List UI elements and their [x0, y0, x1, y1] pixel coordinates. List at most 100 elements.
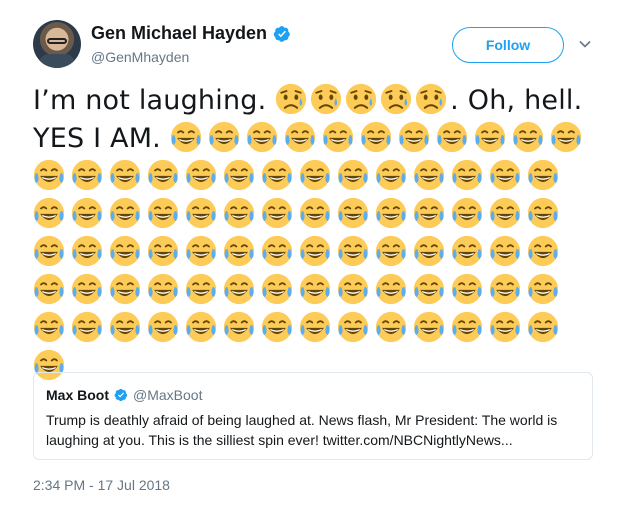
sad-but-relieved-face-emoji: [276, 83, 307, 115]
face-with-tears-of-joy-emoji: [71, 235, 103, 267]
tweet-text: I’m not laughing. . Oh, hell. YES I AM.: [33, 82, 593, 386]
face-with-tears-of-joy-emoji: [33, 311, 65, 343]
face-with-tears-of-joy-emoji: [71, 311, 103, 343]
verified-badge-icon: [273, 25, 290, 42]
face-with-tears-of-joy-emoji: [33, 159, 65, 191]
face-with-tears-of-joy-emoji: [527, 311, 559, 343]
laugh-emoji-row: [33, 196, 593, 234]
face-with-tears-of-joy-emoji: [375, 197, 407, 229]
laugh-emoji-rows: [33, 158, 593, 386]
face-with-tears-of-joy-emoji: [474, 121, 505, 153]
face-with-tears-of-joy-emoji: [261, 235, 293, 267]
quoted-tweet-text: Trump is deathly afraid of being laughed…: [46, 412, 558, 448]
face-with-tears-of-joy-emoji: [527, 159, 559, 191]
face-with-tears-of-joy-emoji: [33, 197, 65, 229]
quoted-tweet-header: Max Boot @MaxBoot: [46, 387, 202, 403]
sad-but-relieved-face-emoji: [311, 83, 342, 115]
quoted-author-handle: @MaxBoot: [133, 387, 203, 403]
sad-but-relieved-face-emoji: [416, 83, 447, 115]
face-with-tears-of-joy-emoji: [223, 159, 255, 191]
author-name-row: Gen Michael Hayden: [91, 23, 291, 44]
face-with-tears-of-joy-emoji: [261, 311, 293, 343]
avatar-shirt: [39, 54, 75, 68]
author-display-name[interactable]: Gen Michael Hayden: [91, 23, 267, 44]
avatar[interactable]: [33, 20, 81, 68]
face-with-tears-of-joy-emoji: [451, 235, 483, 267]
face-with-tears-of-joy-emoji: [261, 273, 293, 305]
face-with-tears-of-joy-emoji: [337, 197, 369, 229]
face-with-tears-of-joy-emoji: [109, 235, 141, 267]
face-with-tears-of-joy-emoji: [337, 159, 369, 191]
face-with-tears-of-joy-emoji: [71, 159, 103, 191]
face-with-tears-of-joy-emoji: [33, 273, 65, 305]
face-with-tears-of-joy-emoji: [147, 311, 179, 343]
face-with-tears-of-joy-emoji: [451, 197, 483, 229]
face-with-tears-of-joy-emoji: [375, 159, 407, 191]
face-with-tears-of-joy-emoji: [147, 197, 179, 229]
laugh-emoji-row: [33, 234, 593, 272]
face-with-tears-of-joy-emoji: [223, 235, 255, 267]
quoted-author-name: Max Boot: [46, 387, 109, 403]
tweet-text-yes: YES I AM.: [33, 123, 161, 154]
face-with-tears-of-joy-emoji: [436, 121, 467, 153]
face-with-tears-of-joy-emoji: [451, 311, 483, 343]
face-with-tears-of-joy-emoji: [299, 197, 331, 229]
face-with-tears-of-joy-emoji: [527, 235, 559, 267]
face-with-tears-of-joy-emoji: [413, 311, 445, 343]
face-with-tears-of-joy-emoji: [375, 273, 407, 305]
laugh-emoji-row: [33, 272, 593, 310]
laugh-emoji-group: [170, 121, 588, 154]
tweet-text-middle: . Oh, hell.: [450, 85, 583, 116]
face-with-tears-of-joy-emoji: [147, 273, 179, 305]
face-with-tears-of-joy-emoji: [185, 159, 217, 191]
face-with-tears-of-joy-emoji: [185, 235, 217, 267]
tweet-text-lead: I’m not laughing.: [33, 85, 267, 116]
face-with-tears-of-joy-emoji: [375, 311, 407, 343]
face-with-tears-of-joy-emoji: [413, 159, 445, 191]
laugh-emoji-row: [33, 158, 593, 196]
face-with-tears-of-joy-emoji: [451, 159, 483, 191]
tweet-card: Gen Michael Hayden @GenMhayden Follow I’…: [0, 0, 623, 511]
face-with-tears-of-joy-emoji: [246, 121, 277, 153]
face-with-tears-of-joy-emoji: [185, 197, 217, 229]
face-with-tears-of-joy-emoji: [489, 311, 521, 343]
face-with-tears-of-joy-emoji: [489, 159, 521, 191]
face-with-tears-of-joy-emoji: [398, 121, 429, 153]
tweet-timestamp[interactable]: 2:34 PM - 17 Jul 2018: [33, 477, 170, 493]
verified-badge-icon: [114, 388, 128, 402]
chevron-down-icon[interactable]: [579, 38, 591, 50]
face-with-tears-of-joy-emoji: [109, 311, 141, 343]
face-with-tears-of-joy-emoji: [337, 311, 369, 343]
face-with-tears-of-joy-emoji: [489, 235, 521, 267]
face-with-tears-of-joy-emoji: [512, 121, 543, 153]
face-with-tears-of-joy-emoji: [299, 311, 331, 343]
face-with-tears-of-joy-emoji: [147, 159, 179, 191]
face-with-tears-of-joy-emoji: [185, 311, 217, 343]
face-with-tears-of-joy-emoji: [413, 273, 445, 305]
tweet-line-1: I’m not laughing. . Oh, hell.: [33, 82, 593, 120]
face-with-tears-of-joy-emoji: [489, 197, 521, 229]
face-with-tears-of-joy-emoji: [489, 273, 521, 305]
face-with-tears-of-joy-emoji: [550, 121, 581, 153]
avatar-glasses: [47, 38, 67, 44]
face-with-tears-of-joy-emoji: [170, 121, 201, 153]
face-with-tears-of-joy-emoji: [109, 273, 141, 305]
face-with-tears-of-joy-emoji: [299, 159, 331, 191]
follow-button[interactable]: Follow: [452, 27, 564, 63]
face-with-tears-of-joy-emoji: [337, 273, 369, 305]
face-with-tears-of-joy-emoji: [299, 235, 331, 267]
sad-emoji-group: [275, 83, 450, 116]
face-with-tears-of-joy-emoji: [261, 159, 293, 191]
author-handle[interactable]: @GenMhayden: [91, 49, 189, 65]
face-with-tears-of-joy-emoji: [375, 235, 407, 267]
face-with-tears-of-joy-emoji: [185, 273, 217, 305]
laugh-emoji-row: [33, 310, 593, 348]
face-with-tears-of-joy-emoji: [71, 197, 103, 229]
face-with-tears-of-joy-emoji: [451, 273, 483, 305]
sad-but-relieved-face-emoji: [381, 83, 412, 115]
quoted-tweet[interactable]: Max Boot @MaxBoot Trump is deathly afrai…: [33, 372, 593, 460]
face-with-tears-of-joy-emoji: [109, 197, 141, 229]
face-with-tears-of-joy-emoji: [71, 273, 103, 305]
face-with-tears-of-joy-emoji: [147, 235, 179, 267]
face-with-tears-of-joy-emoji: [109, 159, 141, 191]
